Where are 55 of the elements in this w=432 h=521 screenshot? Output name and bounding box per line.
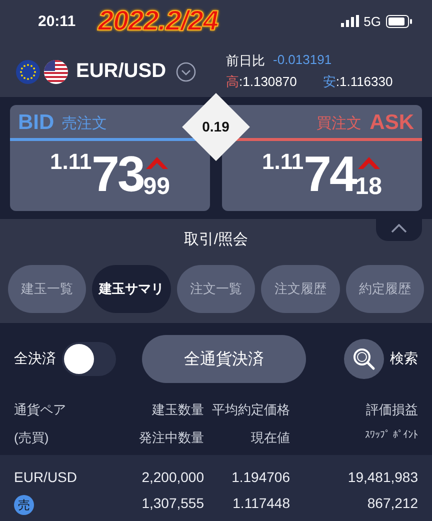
side-label: BID [18, 111, 54, 135]
high-value: :1.130870 [239, 74, 297, 89]
network-label: 5G [364, 14, 381, 28]
column-header: 平均約定価格 [211, 401, 290, 419]
status-time: 20:11 [38, 12, 77, 30]
battery-icon [386, 14, 412, 28]
column-header: 通貨ペア [14, 401, 67, 419]
chevron-up-icon [391, 224, 407, 232]
column-header: 発注中数量 [138, 429, 204, 447]
tab[interactable]: 注文履歴 [261, 265, 340, 313]
price-prefix: 1.11 [262, 149, 304, 175]
price-fraction: 99 [143, 175, 170, 199]
price-pips: 74 [304, 149, 356, 199]
high-label: 高 [226, 74, 240, 89]
price-fraction: 18 [355, 175, 382, 199]
table-row[interactable]: EUR/USD 2,200,000 1.194706 19,481,983 売 1,307,555 1.117448 867,212 [0, 455, 432, 521]
price-pips: 73 [92, 149, 144, 199]
low-value: :1.116330 [336, 74, 393, 89]
tab[interactable]: 建玉一覧 [8, 265, 86, 313]
dropdown-icon[interactable] [176, 62, 196, 82]
currency-pair[interactable]: EUR/USD [76, 60, 166, 83]
column-header: 評価損益 [365, 401, 418, 419]
side-badge: 売 [14, 495, 34, 515]
table-cell-text: EUR/USD [14, 469, 78, 485]
column-header: 現在値 [250, 429, 290, 447]
side-label: ASK [370, 111, 414, 135]
column-header: ｽﾜｯﾌﾟ ﾎﾟｲﾝﾄ [364, 429, 418, 443]
table-cell-text: 867,212 [366, 495, 418, 513]
search-icon [352, 347, 376, 371]
table-cell-text: 1,307,555 [140, 495, 204, 513]
us-flag-icon [44, 60, 68, 84]
toggle-label: 全決済 [14, 350, 56, 368]
toggle-switch[interactable] [62, 342, 116, 376]
table-cell-text: 2,200,000 [140, 469, 204, 485]
change-value: -0.013191 [273, 52, 332, 69]
section-title: 取引/照会 [184, 230, 248, 248]
column-header: 建玉数量 [151, 401, 204, 419]
signal-icon [340, 15, 359, 27]
tab[interactable]: 建玉サマリ [92, 265, 171, 313]
search-label: 検索 [390, 350, 418, 368]
column-header: (売買) [14, 429, 50, 447]
tab[interactable]: 注文一覧 [176, 265, 256, 313]
tab[interactable]: 約定履歴 [346, 265, 424, 313]
order-label: 買注文 [316, 114, 362, 132]
eu-flag-icon [16, 60, 40, 84]
order-label: 売注文 [62, 114, 108, 132]
date-overlay-text: 2022.2/24 [98, 5, 218, 37]
price-prefix: 1.11 [50, 149, 92, 175]
low-label: 安 [322, 74, 336, 89]
table-cell-text: 19,481,983 [346, 469, 418, 485]
table-cell-text: 1.194706 [230, 469, 290, 485]
search-button[interactable] [344, 339, 384, 379]
table-cell-text: 1.117448 [232, 495, 290, 513]
change-label: 前日比 [226, 52, 266, 70]
close-all-button[interactable]: 全通貨決済 [142, 335, 306, 383]
